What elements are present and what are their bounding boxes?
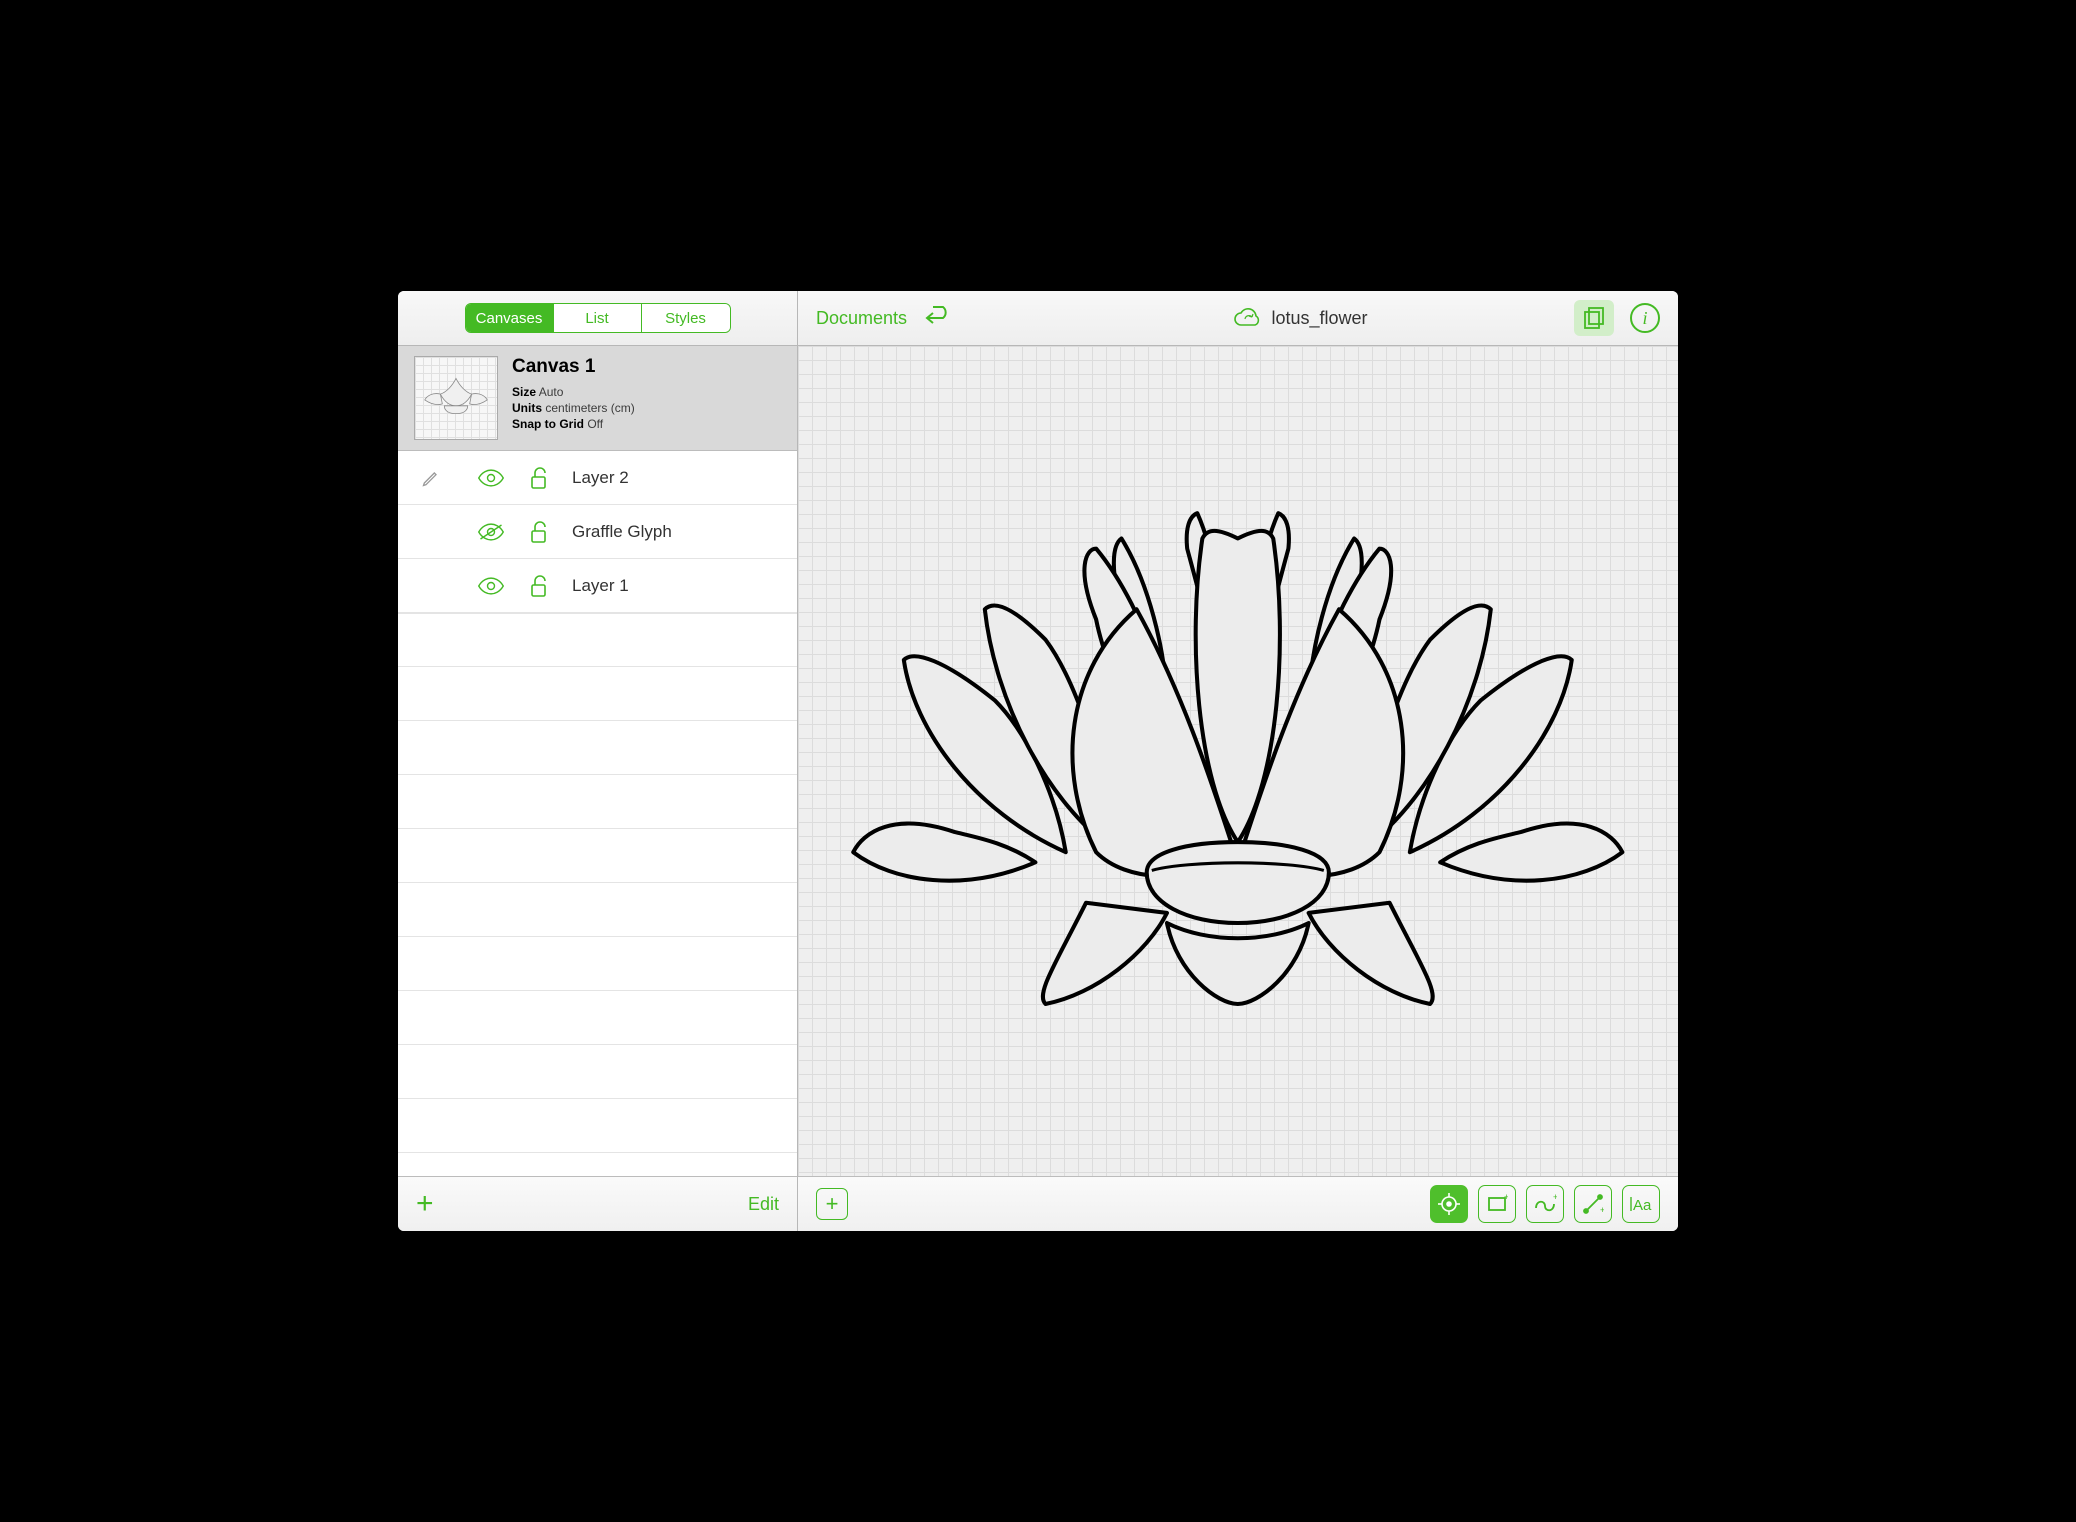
rect-tool-button[interactable]: + <box>1478 1185 1516 1223</box>
lock-icon[interactable] <box>526 466 554 490</box>
empty-row <box>398 1099 797 1153</box>
main-bottombar: + + + + Aa <box>798 1176 1678 1231</box>
edit-button[interactable]: Edit <box>748 1194 779 1215</box>
pencil-icon[interactable] <box>421 468 441 488</box>
layer-row[interactable]: Layer 1 <box>398 559 797 613</box>
main-toolbar: Documents lotus_flower i <box>798 291 1678 346</box>
svg-text:+: + <box>1504 1193 1508 1202</box>
sidebar-bottombar: + Edit <box>398 1176 797 1231</box>
lotus-drawing <box>833 498 1643 1024</box>
canvas-title: Canvas 1 <box>512 356 785 378</box>
layer-row[interactable]: Layer 2 <box>398 451 797 505</box>
empty-row <box>398 667 797 721</box>
tab-canvases[interactable]: Canvases <box>466 304 554 332</box>
canvas-meta: Canvas 1 Size Auto Units centimeters (cm… <box>512 356 785 433</box>
layer-row[interactable]: Graffle Glyph <box>398 505 797 559</box>
empty-row <box>398 775 797 829</box>
main-area: Documents lotus_flower i <box>798 291 1678 1231</box>
canvas-card[interactable]: Canvas 1 Size Auto Units centimeters (cm… <box>398 346 797 451</box>
info-button[interactable]: i <box>1630 303 1660 333</box>
svg-text:+: + <box>1600 1205 1604 1215</box>
text-tool-button[interactable]: Aa <box>1622 1185 1660 1223</box>
tab-styles[interactable]: Styles <box>642 304 730 332</box>
line-tool-button[interactable]: + <box>1574 1185 1612 1223</box>
undo-button[interactable] <box>921 305 955 331</box>
canvas[interactable] <box>798 346 1678 1176</box>
visibility-icon[interactable] <box>474 468 508 488</box>
lock-icon[interactable] <box>526 574 554 598</box>
documents-button[interactable]: Documents <box>816 308 907 329</box>
add-canvas-button[interactable]: + <box>416 1189 434 1219</box>
layer-name: Layer 1 <box>572 576 783 596</box>
sidebar-tabs: Canvases List Styles <box>465 303 731 333</box>
canvas-thumbnail <box>414 356 498 440</box>
visibility-icon[interactable] <box>474 576 508 596</box>
sidebar-toggle-button[interactable] <box>1574 300 1614 336</box>
tab-list[interactable]: List <box>554 304 642 332</box>
freehand-tool-button[interactable]: + <box>1526 1185 1564 1223</box>
document-title-block: lotus_flower <box>1039 306 1560 330</box>
empty-row <box>398 937 797 991</box>
layer-name: Graffle Glyph <box>572 522 783 542</box>
svg-text:Aa: Aa <box>1633 1197 1652 1214</box>
svg-text:+: + <box>1553 1194 1557 1202</box>
selection-tool-button[interactable] <box>1430 1185 1468 1223</box>
sidebar-tabbar: Canvases List Styles <box>398 291 797 346</box>
empty-row <box>398 883 797 937</box>
layer-name: Layer 2 <box>572 468 783 488</box>
sidebar: Canvases List Styles <box>398 291 798 1231</box>
empty-row <box>398 1045 797 1099</box>
cloud-sync-icon <box>1232 306 1262 330</box>
empty-row <box>398 991 797 1045</box>
empty-row <box>398 613 797 667</box>
layer-list: Layer 2 Graffle Glyph <box>398 451 797 1176</box>
empty-row <box>398 721 797 775</box>
empty-row <box>398 1153 797 1176</box>
visibility-hidden-icon[interactable] <box>474 522 508 542</box>
add-shape-button[interactable]: + <box>816 1188 848 1220</box>
empty-row <box>398 829 797 883</box>
document-title: lotus_flower <box>1272 308 1368 329</box>
lock-icon[interactable] <box>526 520 554 544</box>
